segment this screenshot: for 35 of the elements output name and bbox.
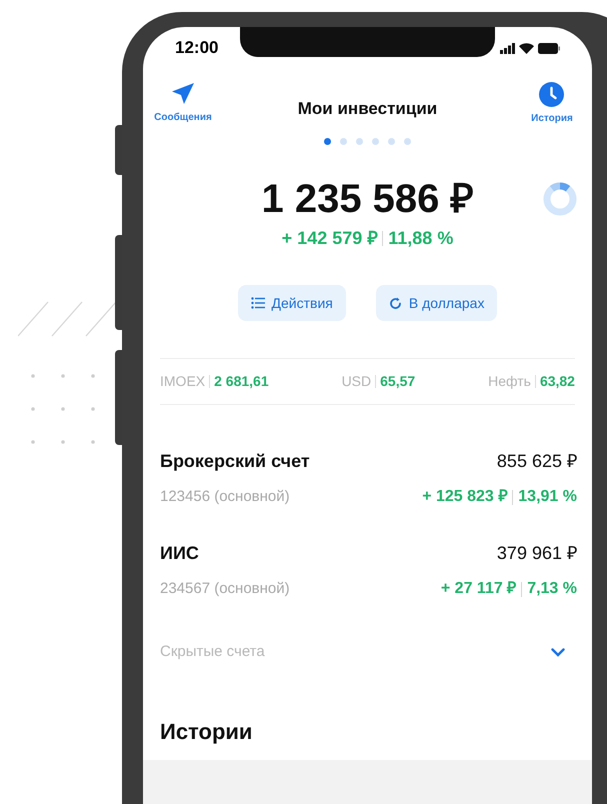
history-button[interactable]: История bbox=[516, 82, 587, 126]
total-change: + 142 579 ₽ bbox=[282, 227, 378, 250]
status-time: 12:00 bbox=[175, 37, 218, 60]
ticker-name: Нефть bbox=[488, 372, 531, 391]
clock-icon bbox=[539, 82, 564, 107]
ticker-value: 2 681,61 bbox=[214, 372, 269, 391]
account-change: + 125 823 ₽ bbox=[422, 487, 508, 507]
ticker-name: IMOEX bbox=[160, 372, 206, 391]
stories-heading: Истории bbox=[160, 718, 254, 746]
account-name[interactable]: ИИС bbox=[160, 540, 199, 567]
account-number: 234567 (основной) bbox=[160, 578, 290, 599]
action-button[interactable]: Действия bbox=[238, 285, 346, 321]
chevron-icon bbox=[551, 648, 565, 657]
account-change: + 27 117 ₽ bbox=[440, 579, 516, 599]
signal-icon bbox=[500, 42, 515, 54]
action-button[interactable]: В долларах bbox=[376, 285, 498, 321]
battery-icon bbox=[538, 42, 560, 54]
account-change-percent: 13,91 % bbox=[518, 487, 577, 507]
account-name[interactable]: Брокерский счет bbox=[160, 448, 310, 475]
refresh-icon bbox=[388, 296, 402, 310]
total-amount: 1 235 586 ₽ bbox=[261, 176, 474, 223]
screen-title: Мои инвестиции bbox=[298, 98, 438, 120]
account-number: 123456 (основной) bbox=[160, 486, 290, 507]
wifi-icon bbox=[519, 42, 534, 54]
list-icon bbox=[250, 297, 265, 309]
ticker-value: 63,82 bbox=[540, 372, 575, 391]
account-amount: 855 625 ₽ bbox=[496, 450, 577, 473]
messages-button[interactable]: Сообщения bbox=[148, 82, 218, 125]
total-change-percent: 11,88 % bbox=[388, 227, 454, 250]
paper-plane-icon bbox=[171, 82, 195, 106]
account-change-percent: 7,13 % bbox=[527, 579, 577, 599]
ticker-name: USD bbox=[342, 372, 372, 391]
account-amount: 379 961 ₽ bbox=[496, 542, 577, 565]
ticker-value: 65,57 bbox=[380, 372, 416, 391]
donut-icon bbox=[543, 182, 577, 216]
